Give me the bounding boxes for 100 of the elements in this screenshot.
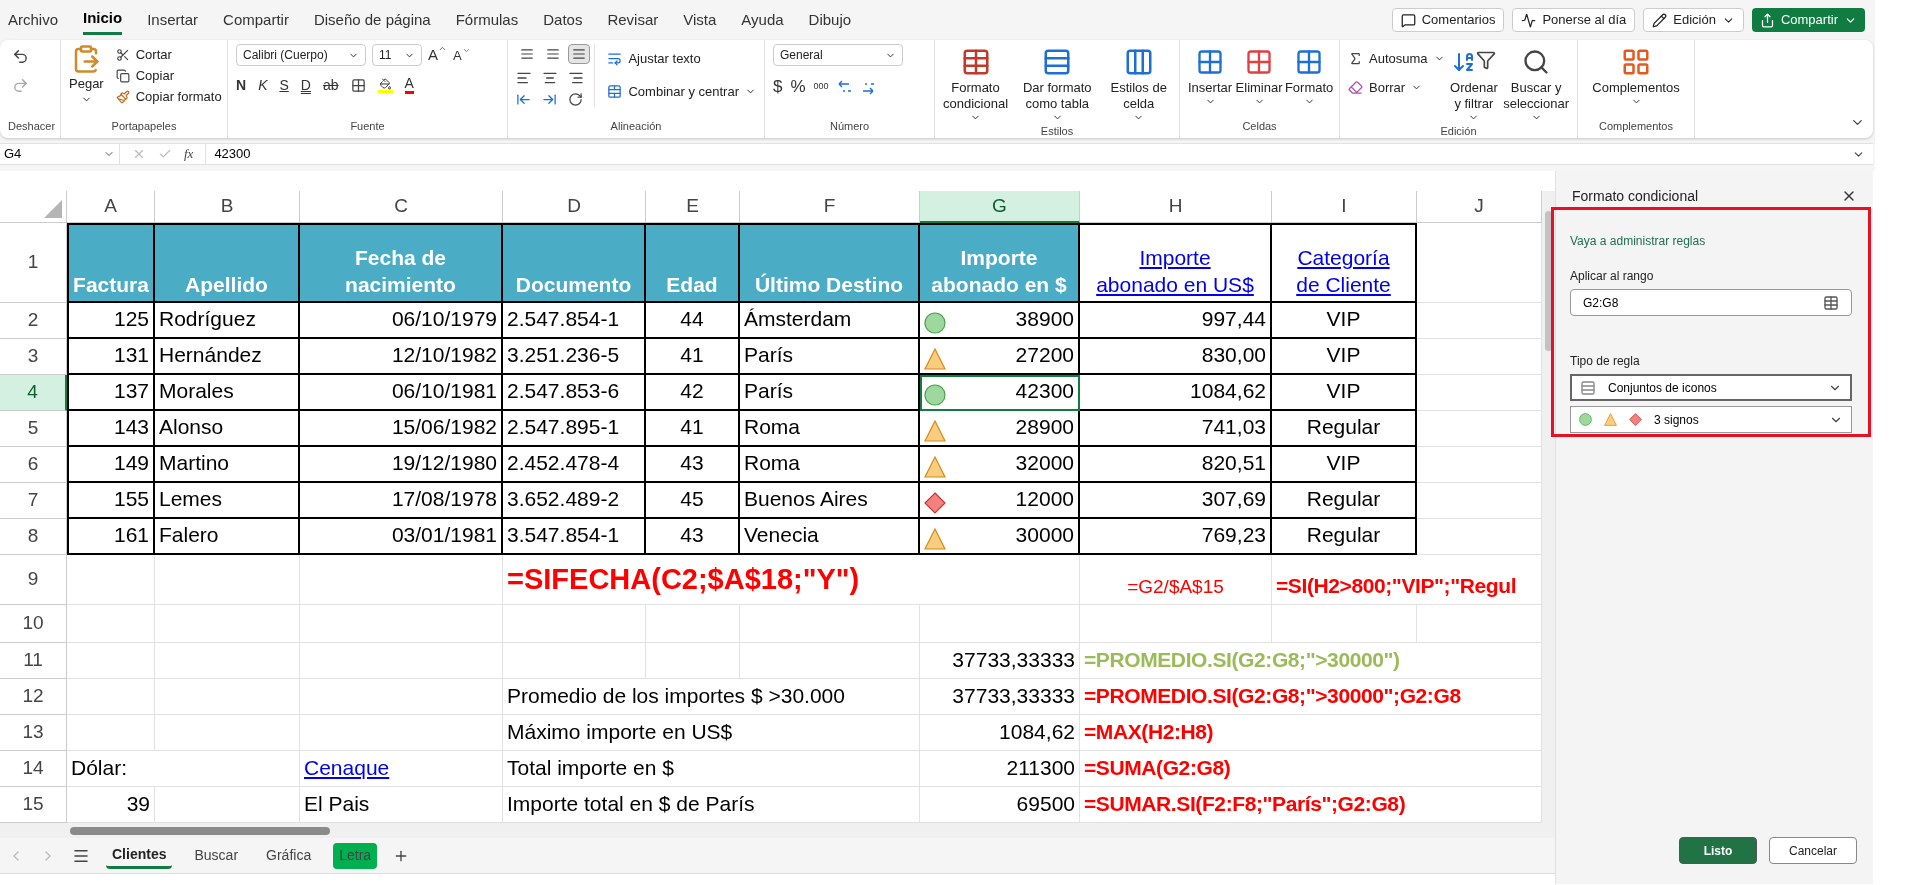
range-picker-icon[interactable]: [1823, 294, 1839, 311]
menu-tab[interactable]: Archivo: [8, 5, 59, 35]
column-header[interactable]: E: [646, 191, 740, 223]
column-header[interactable]: G: [920, 191, 1080, 223]
autosum-button[interactable]: Autosuma: [1348, 48, 1445, 69]
cell-styles-button[interactable]: Estilos de celda: [1106, 44, 1171, 123]
rule-type-select[interactable]: Conjuntos de iconos: [1570, 374, 1852, 401]
menu-tab[interactable]: Ayuda: [741, 5, 784, 35]
cell-link[interactable]: Importe abonado en US$: [1080, 223, 1272, 303]
undo-icon[interactable]: [12, 48, 29, 65]
menu-tab[interactable]: Inicio: [83, 5, 123, 35]
column-header[interactable]: B: [155, 191, 300, 223]
row-header[interactable]: 13: [0, 715, 67, 751]
menu-tab[interactable]: Diseño de página: [313, 5, 431, 35]
column-header[interactable]: H: [1080, 191, 1272, 223]
row-header[interactable]: 12: [0, 679, 67, 715]
insert-function-button[interactable]: fx: [184, 144, 194, 164]
row-header[interactable]: 2: [0, 303, 67, 339]
decimal-increase-icon[interactable]: [836, 78, 853, 95]
align-right-icon[interactable]: [568, 70, 585, 86]
thousands-button[interactable]: 000: [813, 80, 829, 94]
manage-rules-link[interactable]: Vaya a administrar reglas: [1570, 232, 1852, 250]
double-underline-button[interactable]: D: [300, 74, 311, 96]
row-header[interactable]: 8: [0, 519, 67, 555]
underline-button[interactable]: S: [279, 74, 289, 96]
decrease-indent-icon[interactable]: [516, 92, 531, 107]
menu-tab[interactable]: Datos: [543, 5, 583, 35]
increase-indent-icon[interactable]: [542, 92, 558, 107]
column-header[interactable]: I: [1272, 191, 1417, 223]
column-header[interactable]: A: [67, 191, 155, 223]
number-format-select[interactable]: General: [773, 44, 903, 66]
orientation-icon[interactable]: [568, 92, 584, 107]
align-left-icon[interactable]: [516, 70, 532, 86]
italic-button[interactable]: K: [258, 74, 268, 96]
row-header[interactable]: 5: [0, 411, 67, 447]
catchup-button[interactable]: Ponerse al día: [1512, 8, 1636, 32]
share-button[interactable]: Compartir: [1751, 8, 1865, 32]
range-field[interactable]: G2:G8: [1570, 289, 1852, 316]
cell-link[interactable]: Cenaque: [300, 751, 503, 787]
sheet-tab[interactable]: Clientes: [106, 842, 173, 869]
row-header[interactable]: 15: [0, 787, 67, 823]
row-header[interactable]: 1: [0, 223, 67, 303]
menu-tab[interactable]: Dibujo: [808, 5, 852, 35]
fill-color-icon[interactable]: [377, 77, 393, 93]
font-family-select[interactable]: Calibri (Cuerpo): [236, 44, 366, 67]
horizontal-scrollbar[interactable]: [70, 826, 330, 835]
cancel-button[interactable]: Cancelar: [1769, 837, 1857, 864]
format-painter-button[interactable]: Copiar formato: [115, 86, 222, 107]
percent-button[interactable]: %: [790, 74, 806, 100]
cut-button[interactable]: Cortar: [115, 44, 222, 65]
font-color-button[interactable]: A: [404, 76, 414, 94]
column-header[interactable]: C: [300, 191, 503, 223]
menu-tab[interactable]: Fórmulas: [455, 5, 519, 35]
row-header[interactable]: 3: [0, 339, 67, 375]
paste-button[interactable]: Pegar: [69, 44, 104, 105]
format-cells-button[interactable]: Formato: [1286, 44, 1333, 107]
copy-button[interactable]: Copiar: [115, 65, 222, 86]
menu-tab[interactable]: Vista: [683, 5, 717, 35]
column-header[interactable]: D: [503, 191, 646, 223]
row-header[interactable]: 4: [0, 375, 67, 411]
delete-cells-button[interactable]: Eliminar: [1236, 44, 1283, 107]
row-header[interactable]: 10: [0, 605, 67, 643]
strikethrough-button[interactable]: ab: [322, 74, 339, 96]
addins-button[interactable]: Complementos: [1586, 44, 1686, 107]
font-size-select[interactable]: 11: [372, 44, 422, 67]
conditional-format-button[interactable]: Formato condicional: [943, 44, 1009, 123]
done-button[interactable]: Listo: [1679, 837, 1757, 864]
column-header[interactable]: F: [740, 191, 920, 223]
vertical-scrollbar[interactable]: [1542, 191, 1555, 823]
insert-cells-button[interactable]: Insertar: [1188, 44, 1233, 107]
name-box[interactable]: G4: [0, 144, 120, 164]
borders-icon[interactable]: [350, 77, 366, 93]
align-center-icon[interactable]: [542, 70, 559, 86]
row-header[interactable]: 6: [0, 447, 67, 483]
row-header[interactable]: 7: [0, 483, 67, 519]
grow-font-button[interactable]: A: [428, 44, 447, 67]
formula-input[interactable]: 42300: [206, 144, 1873, 164]
column-header[interactable]: J: [1417, 191, 1542, 223]
bold-button[interactable]: N: [236, 74, 247, 96]
sort-filter-button[interactable]: Ordenar y filtrar: [1448, 44, 1500, 123]
vertical-align-button[interactable]: [568, 44, 591, 64]
sheet-tab[interactable]: Gráfica: [260, 842, 318, 869]
clear-button[interactable]: Borrar: [1348, 77, 1445, 98]
format-table-button[interactable]: Dar formato como tabla: [1012, 44, 1103, 123]
icon-set-select[interactable]: 3 signos: [1570, 406, 1852, 433]
menu-tab[interactable]: Insertar: [147, 5, 199, 35]
menu-tab[interactable]: Compartir: [223, 5, 289, 35]
merge-center-button[interactable]: Combinar y centrar: [607, 81, 756, 102]
find-select-button[interactable]: Buscar y seleccionar: [1503, 44, 1569, 123]
wrap-text-button[interactable]: Ajustar texto: [607, 48, 756, 69]
shrink-font-button[interactable]: A: [453, 45, 471, 65]
currency-button[interactable]: $: [773, 74, 783, 100]
row-header[interactable]: 14: [0, 751, 67, 787]
row-header[interactable]: 11: [0, 643, 67, 679]
editing-button[interactable]: Edición: [1643, 8, 1744, 32]
row-header[interactable]: 9: [0, 555, 67, 605]
sheet-tab[interactable]: Buscar: [188, 842, 245, 869]
cell-link[interactable]: Categoría de Cliente: [1272, 223, 1417, 303]
menu-tab[interactable]: Revisar: [607, 5, 659, 35]
comments-button[interactable]: Comentarios: [1391, 8, 1505, 32]
